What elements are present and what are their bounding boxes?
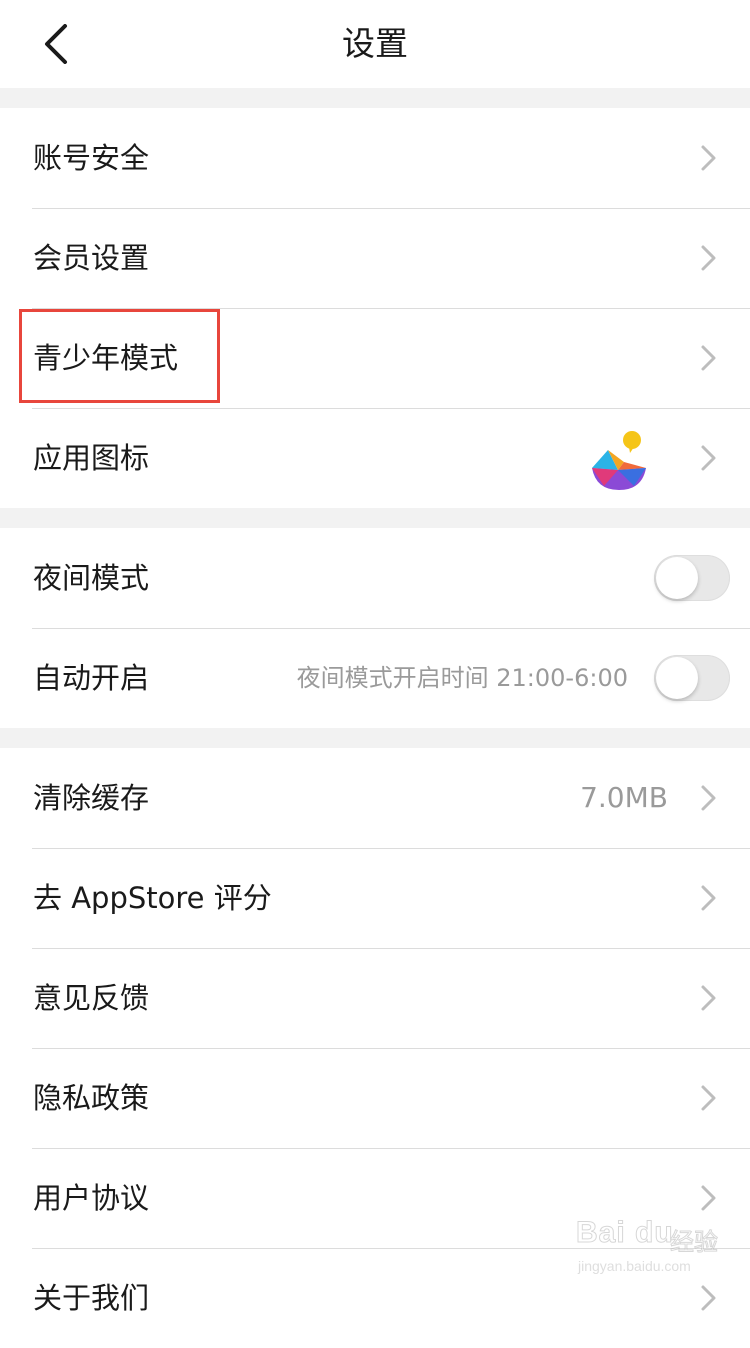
chevron-right-icon [701,1185,716,1211]
settings-item-label: 青少年模式 [33,341,179,375]
settings-group-night-mode: 夜间模式 自动开启 夜间模式开启时间 21:00-6:00 [0,528,750,728]
settings-item-label: 会员设置 [33,241,150,275]
settings-item-feedback[interactable]: 意见反馈 [0,948,750,1048]
settings-item-teen-mode[interactable]: 青少年模式 [0,308,750,408]
chevron-right-icon [701,1085,716,1111]
settings-item-account-security[interactable]: 账号安全 [0,108,750,208]
chevron-right-icon [701,785,716,811]
toggle-knob [656,657,698,699]
chevron-right-icon [701,145,716,171]
settings-item-label: 关于我们 [33,1281,150,1315]
nav-bar: 设置 [0,0,750,88]
settings-group-general: 清除缓存 7.0MB 去 AppStore 评分 意见反馈 隐私政策 用户协议 … [0,748,750,1348]
cache-size-value: 7.0MB [580,781,668,814]
chevron-right-icon [701,885,716,911]
settings-item-label: 隐私政策 [33,1081,150,1115]
app-logo-icon [592,431,646,490]
auto-enable-toggle[interactable] [654,655,730,701]
settings-item-clear-cache[interactable]: 清除缓存 7.0MB [0,748,750,848]
chevron-right-icon [701,1285,716,1311]
settings-item-label: 清除缓存 [33,781,150,815]
chevron-right-icon [701,345,716,371]
settings-item-app-icon[interactable]: 应用图标 [0,408,750,508]
chevron-right-icon [701,985,716,1011]
settings-item-auto-enable: 自动开启 夜间模式开启时间 21:00-6:00 [0,628,750,728]
settings-group-account: 账号安全 会员设置 青少年模式 应用图标 [0,108,750,508]
settings-item-about-us[interactable]: 关于我们 [0,1248,750,1348]
settings-item-label: 应用图标 [33,441,150,475]
settings-item-label: 用户协议 [33,1181,150,1215]
settings-item-night-mode: 夜间模式 [0,528,750,628]
toggle-knob [656,557,698,599]
settings-item-user-agreement[interactable]: 用户协议 [0,1148,750,1248]
settings-item-label: 自动开启 [33,661,150,695]
chevron-right-icon [701,445,716,471]
settings-item-label: 账号安全 [33,141,150,175]
settings-item-rate-appstore[interactable]: 去 AppStore 评分 [0,848,750,948]
page-title: 设置 [342,24,408,63]
settings-item-label: 去 AppStore 评分 [33,881,272,915]
night-mode-schedule-text: 夜间模式开启时间 21:00-6:00 [296,664,628,692]
chevron-right-icon [701,245,716,271]
settings-item-label: 夜间模式 [33,561,150,595]
settings-item-privacy-policy[interactable]: 隐私政策 [0,1048,750,1148]
settings-item-label: 意见反馈 [33,981,150,1015]
settings-item-membership[interactable]: 会员设置 [0,208,750,308]
night-mode-toggle[interactable] [654,555,730,601]
